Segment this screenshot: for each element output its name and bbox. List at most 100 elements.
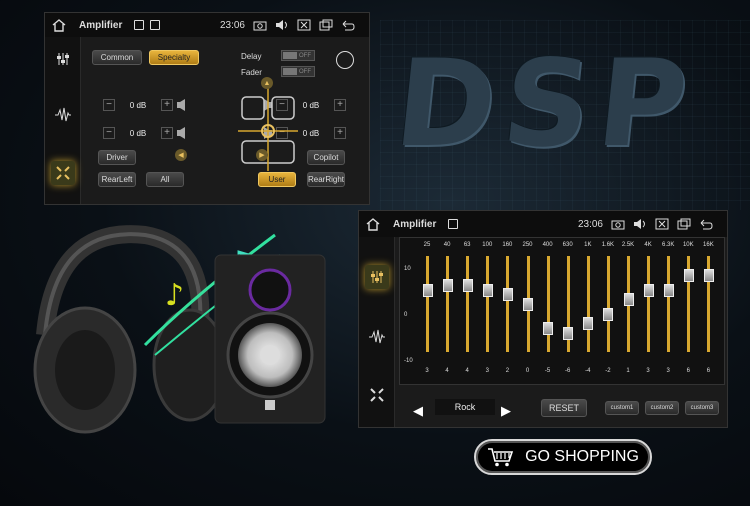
headphones-speaker-illustration: ♪ ♫ ♪ bbox=[33, 225, 326, 434]
tab-common[interactable]: Common bbox=[92, 50, 142, 65]
preset-prev-arrow[interactable]: ◀ bbox=[413, 403, 423, 419]
custom3-button[interactable]: custom3 bbox=[685, 401, 719, 415]
eq-band-frequency: 400 bbox=[542, 242, 553, 248]
rearleft-button[interactable]: RearLeft bbox=[98, 172, 136, 187]
sidebar-item-amplifier[interactable] bbox=[365, 265, 389, 289]
eq-band-track[interactable] bbox=[426, 256, 429, 352]
close-window-icon[interactable] bbox=[297, 19, 311, 31]
eq-band-value: 3 bbox=[425, 368, 429, 374]
plus-button[interactable]: + bbox=[334, 99, 346, 111]
driver-button[interactable]: Driver bbox=[98, 150, 136, 165]
camera-icon[interactable] bbox=[611, 218, 625, 230]
copilot-button[interactable]: Copilot bbox=[307, 150, 345, 165]
arrow-right-button[interactable]: ▶ bbox=[256, 149, 268, 161]
dsp-hero-text: DSP bbox=[388, 35, 702, 174]
eq-band-slider-knob[interactable] bbox=[583, 317, 594, 331]
equalizer-graph: 10 0 -10 25 3 40 4 63 4 100 3 160 2 250 0 400 -5 630 -6… bbox=[399, 237, 725, 385]
eq-band-track[interactable] bbox=[466, 256, 470, 352]
multiwindow-icon[interactable] bbox=[319, 19, 333, 31]
home-icon[interactable] bbox=[51, 18, 67, 32]
custom1-button[interactable]: custom1 bbox=[605, 401, 639, 415]
eq-band-frequency: 63 bbox=[463, 242, 471, 248]
rear-left-db-control: − 0 dB + bbox=[103, 126, 191, 140]
close-window-icon[interactable] bbox=[655, 218, 669, 230]
db-value: 0 dB bbox=[129, 128, 147, 138]
sidebar-item-equalizer[interactable] bbox=[365, 325, 389, 349]
eq-band-track[interactable] bbox=[506, 256, 510, 352]
volume-icon[interactable] bbox=[275, 19, 289, 31]
eq-band-track[interactable] bbox=[486, 256, 490, 352]
status-bar: Amplifier 23:06 bbox=[359, 211, 727, 237]
plus-button[interactable]: + bbox=[334, 127, 346, 139]
eq-band-slider-knob[interactable] bbox=[683, 269, 694, 283]
volume-icon[interactable] bbox=[633, 218, 647, 230]
front-left-db-control: − 0 dB + bbox=[103, 98, 191, 112]
plus-button[interactable]: + bbox=[161, 127, 173, 139]
eq-band-slider-knob[interactable] bbox=[462, 278, 473, 292]
car-seats-diagram bbox=[238, 85, 298, 171]
eq-band-slider-knob[interactable] bbox=[422, 283, 433, 297]
eq-band-slider-knob[interactable] bbox=[703, 269, 714, 283]
clock: 23:06 bbox=[219, 19, 245, 31]
eq-band-track[interactable] bbox=[667, 256, 671, 352]
eq-band-frequency: 2.5K bbox=[621, 242, 635, 248]
eq-band-track[interactable] bbox=[446, 256, 450, 352]
eq-band-value: -2 bbox=[605, 368, 611, 374]
eq-band-frequency: 630 bbox=[562, 242, 573, 248]
eq-band-track[interactable] bbox=[647, 256, 651, 352]
minus-button[interactable]: − bbox=[103, 99, 115, 111]
sidebar-item-balance[interactable] bbox=[365, 383, 389, 407]
sidebar-item-amplifier[interactable] bbox=[51, 47, 75, 71]
db-value: 0 dB bbox=[129, 100, 147, 110]
eq-band-frequency: 160 bbox=[502, 242, 513, 248]
amplifier-dsp-panel: Amplifier 23:06 Common Specialty Delay O… bbox=[44, 12, 370, 205]
app-title: Amplifier bbox=[79, 19, 123, 31]
eq-band-slider-knob[interactable] bbox=[442, 278, 453, 292]
back-icon[interactable] bbox=[341, 19, 355, 31]
eq-band-value: 0 bbox=[525, 368, 530, 374]
sliders-icon bbox=[371, 271, 383, 283]
eq-band-slider-knob[interactable] bbox=[563, 326, 574, 340]
eq-band-value: 1 bbox=[626, 368, 630, 374]
eq-band-slider-knob[interactable] bbox=[623, 293, 634, 307]
eq-band-track[interactable] bbox=[586, 256, 590, 352]
reset-button[interactable]: RESET bbox=[541, 399, 587, 417]
car-settings-icon[interactable] bbox=[336, 51, 354, 69]
eq-band-slider-knob[interactable] bbox=[643, 283, 654, 297]
eq-band-frequency: 6.3K bbox=[662, 242, 675, 248]
arrow-up-button[interactable]: ▲ bbox=[261, 77, 273, 89]
axis-label-mid: 0 bbox=[404, 312, 408, 318]
go-shopping-button[interactable]: GO SHOPPING bbox=[474, 439, 652, 475]
plus-button[interactable]: + bbox=[161, 99, 173, 111]
camera-icon[interactable] bbox=[253, 19, 267, 31]
sidebar-item-balance[interactable] bbox=[51, 161, 75, 185]
eq-band-value: 4 bbox=[445, 368, 449, 374]
svg-text:♪: ♪ bbox=[165, 278, 184, 313]
shopping-cart-icon bbox=[488, 448, 514, 467]
eq-band-value: 6 bbox=[686, 368, 690, 374]
all-button[interactable]: All bbox=[146, 172, 184, 187]
multiwindow-icon[interactable] bbox=[677, 218, 691, 230]
delay-toggle[interactable]: OFF bbox=[281, 50, 315, 61]
eq-band-slider-knob[interactable] bbox=[502, 288, 513, 302]
eq-band-slider-knob[interactable] bbox=[603, 307, 614, 321]
eq-band-value: 3 bbox=[646, 368, 650, 374]
sidebar-item-equalizer[interactable] bbox=[51, 103, 75, 127]
eq-band-slider-knob[interactable] bbox=[543, 322, 554, 335]
sidebar bbox=[45, 37, 81, 204]
back-icon[interactable] bbox=[699, 218, 713, 230]
eq-band-slider-knob[interactable] bbox=[663, 283, 674, 297]
home-icon[interactable] bbox=[365, 217, 381, 231]
arrow-left-button[interactable]: ◀ bbox=[175, 149, 187, 161]
minus-button[interactable]: − bbox=[103, 127, 115, 139]
eq-band-track[interactable] bbox=[606, 256, 610, 352]
user-button[interactable]: User bbox=[258, 172, 296, 187]
eq-band-slider-knob[interactable] bbox=[482, 283, 493, 297]
eq-band-slider-knob[interactable] bbox=[523, 298, 533, 311]
axis-label-top: 10 bbox=[404, 266, 411, 272]
preset-next-arrow[interactable]: ▶ bbox=[501, 403, 511, 419]
custom2-button[interactable]: custom2 bbox=[645, 401, 679, 415]
tab-specialty[interactable]: Specialty bbox=[149, 50, 199, 65]
eq-band-track[interactable] bbox=[546, 256, 550, 352]
rearright-button[interactable]: RearRight bbox=[307, 172, 345, 187]
